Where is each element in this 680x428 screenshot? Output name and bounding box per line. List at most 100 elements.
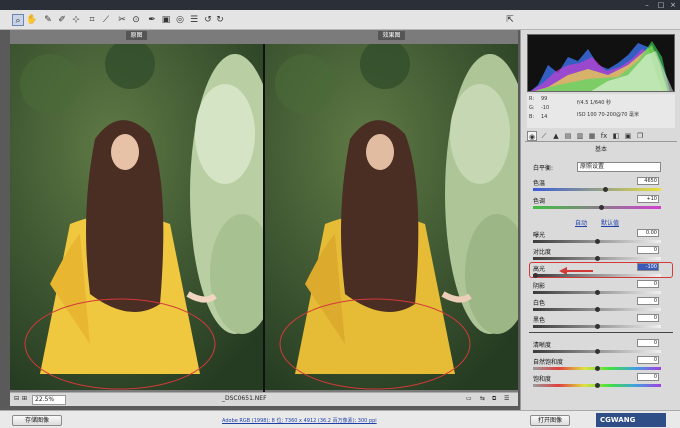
- slider-track[interactable]: [533, 349, 661, 354]
- targeted-adjustment-icon[interactable]: ⊹: [70, 14, 82, 26]
- slider-thumb[interactable]: [533, 273, 538, 278]
- slider-value-field[interactable]: 0: [637, 297, 659, 305]
- b-label: B:: [529, 114, 535, 120]
- copy-settings-icon[interactable]: ⧉: [492, 395, 496, 403]
- slider-label: 饱和度: [533, 376, 552, 383]
- slider-label: 高光: [533, 266, 546, 273]
- save-image-button[interactable]: 存储图像: [12, 415, 62, 426]
- white-balance-select[interactable]: 原照设置: [577, 162, 661, 172]
- crop-tool-icon[interactable]: ⌗: [86, 14, 98, 26]
- swap-icon[interactable]: ⇆: [480, 395, 485, 402]
- zoom-select[interactable]: 22.5%: [32, 395, 66, 405]
- adjustment-brush-icon[interactable]: ✒: [146, 14, 158, 26]
- slider-label: 曝光: [533, 232, 546, 239]
- after-pane: 效果图: [265, 30, 518, 402]
- camera-raw-window: – □ × ⌕ ✋ ✎ ✐ ⊹ ⌗ ⟋ ✂ ⊙ ✒ ▣ ◎ ☰ ↺ ↻ ⇱ 原图: [0, 0, 680, 428]
- tint-thumb[interactable]: [599, 205, 604, 210]
- rotate-cw-icon[interactable]: ↻: [214, 14, 226, 26]
- slider-label: 清晰度: [533, 342, 552, 349]
- slider-value-field[interactable]: 0.00: [637, 229, 659, 237]
- slider-value-field[interactable]: 0: [637, 356, 659, 364]
- tint-label: 色调: [533, 198, 546, 205]
- workflow-options-link[interactable]: Adobe RGB (1998); 8 位; 7360 x 4912 (36.2…: [222, 417, 377, 424]
- slider-thumb[interactable]: [595, 324, 600, 329]
- temperature-label: 色温: [533, 180, 546, 187]
- white-balance-tool-icon[interactable]: ✎: [42, 14, 54, 26]
- slider-value-field[interactable]: -100: [637, 263, 659, 271]
- slider-track[interactable]: [533, 290, 661, 295]
- fullscreen-icon[interactable]: ⇱: [504, 14, 516, 26]
- tab-tone-curve-icon[interactable]: ⟋: [539, 131, 549, 141]
- color-sampler-tool-icon[interactable]: ✐: [56, 14, 68, 26]
- view-mode-icon[interactable]: ▭: [466, 395, 472, 402]
- histogram-graph: [530, 41, 674, 91]
- before-photo: [10, 44, 263, 390]
- tab-effects-icon[interactable]: fx: [599, 131, 609, 141]
- slider-track[interactable]: [533, 273, 661, 278]
- slider-value-field[interactable]: 0: [637, 373, 659, 381]
- tab-hsl-icon[interactable]: ▤: [563, 131, 573, 141]
- after-label: 效果图: [378, 31, 405, 40]
- zoom-tool-icon[interactable]: ⌕: [12, 14, 24, 26]
- tint-field[interactable]: +10: [637, 195, 659, 203]
- tab-basic-icon[interactable]: ◉: [527, 131, 537, 141]
- slider-track[interactable]: [533, 239, 661, 244]
- section-separator: [529, 332, 673, 333]
- slider-thumb[interactable]: [595, 366, 600, 371]
- bottom-bar: 存储图像 Adobe RGB (1998); 8 位; 7360 x 4912 …: [0, 410, 680, 428]
- tab-camera-calibration-icon[interactable]: ◧: [611, 131, 621, 141]
- slider-thumb[interactable]: [595, 307, 600, 312]
- slider-thumb[interactable]: [595, 349, 600, 354]
- b-value: 14: [541, 114, 548, 120]
- zoom-out-icon[interactable]: ⊟: [14, 395, 19, 402]
- slider-track[interactable]: [533, 366, 661, 371]
- tint-slider[interactable]: [533, 205, 661, 210]
- tab-lens-icon[interactable]: ▦: [587, 131, 597, 141]
- graduated-filter-icon[interactable]: ▣: [160, 14, 172, 26]
- open-image-button[interactable]: 打开图像: [530, 415, 570, 426]
- slider-value-field[interactable]: 0: [637, 246, 659, 254]
- adjustment-panel: R: 99 G: -10 B: 14 f/4.5 1/640 秒 ISO 100…: [520, 30, 680, 410]
- status-bar: ⊟ ⊞ 22.5% _DSC0651.NEF ▭ ⇆ ⧉ ☰: [10, 392, 518, 406]
- slider-track[interactable]: [533, 256, 661, 261]
- temperature-thumb[interactable]: [603, 187, 608, 192]
- slider-track[interactable]: [533, 307, 661, 312]
- temperature-slider[interactable]: [533, 187, 661, 192]
- slider-label: 阴影: [533, 283, 546, 290]
- image-info: R: 99 G: -10 B: 14 f/4.5 1/640 秒 ISO 100…: [527, 94, 675, 128]
- spot-removal-icon[interactable]: ✂: [116, 14, 128, 26]
- title-bar: – □ ×: [0, 0, 680, 10]
- slider-thumb[interactable]: [595, 383, 600, 388]
- tab-snapshots-icon[interactable]: ❐: [635, 131, 645, 141]
- tab-split-toning-icon[interactable]: ▥: [575, 131, 585, 141]
- auto-link[interactable]: 自动: [575, 218, 587, 227]
- rotate-ccw-icon[interactable]: ↺: [202, 14, 214, 26]
- slider-track[interactable]: [533, 383, 661, 388]
- toggle-preview-icon[interactable]: ☰: [504, 395, 509, 402]
- hand-tool-icon[interactable]: ✋: [26, 14, 38, 26]
- tab-presets-icon[interactable]: ▣: [623, 131, 633, 141]
- slider-thumb[interactable]: [595, 290, 600, 295]
- slider-value-field[interactable]: 0: [637, 314, 659, 322]
- minimize-icon[interactable]: –: [640, 0, 654, 10]
- radial-filter-icon[interactable]: ◎: [174, 14, 186, 26]
- slider-track[interactable]: [533, 324, 661, 329]
- close-icon[interactable]: ×: [666, 0, 680, 10]
- default-link[interactable]: 默认值: [601, 218, 619, 227]
- slider-thumb[interactable]: [595, 239, 600, 244]
- panel-tabs: ◉ ⟋ ▲ ▤ ▥ ▦ fx ◧ ▣ ❐: [525, 130, 677, 142]
- g-value: -10: [541, 105, 550, 111]
- temperature-field[interactable]: 4650: [637, 177, 659, 185]
- slider-label: 黑色: [533, 317, 546, 324]
- preferences-icon[interactable]: ☰: [188, 14, 200, 26]
- slider-value-field[interactable]: 0: [637, 280, 659, 288]
- red-eye-icon[interactable]: ⊙: [130, 14, 142, 26]
- tab-detail-icon[interactable]: ▲: [551, 131, 561, 141]
- slider-label: 白色: [533, 300, 546, 307]
- slider-value-field[interactable]: 0: [637, 339, 659, 347]
- straighten-tool-icon[interactable]: ⟋: [100, 14, 112, 26]
- slider-thumb[interactable]: [595, 256, 600, 261]
- zoom-in-icon[interactable]: ⊞: [22, 395, 27, 402]
- before-photo-image: [10, 44, 263, 390]
- iso-info: ISO 100 70-200@70 毫米: [577, 112, 639, 118]
